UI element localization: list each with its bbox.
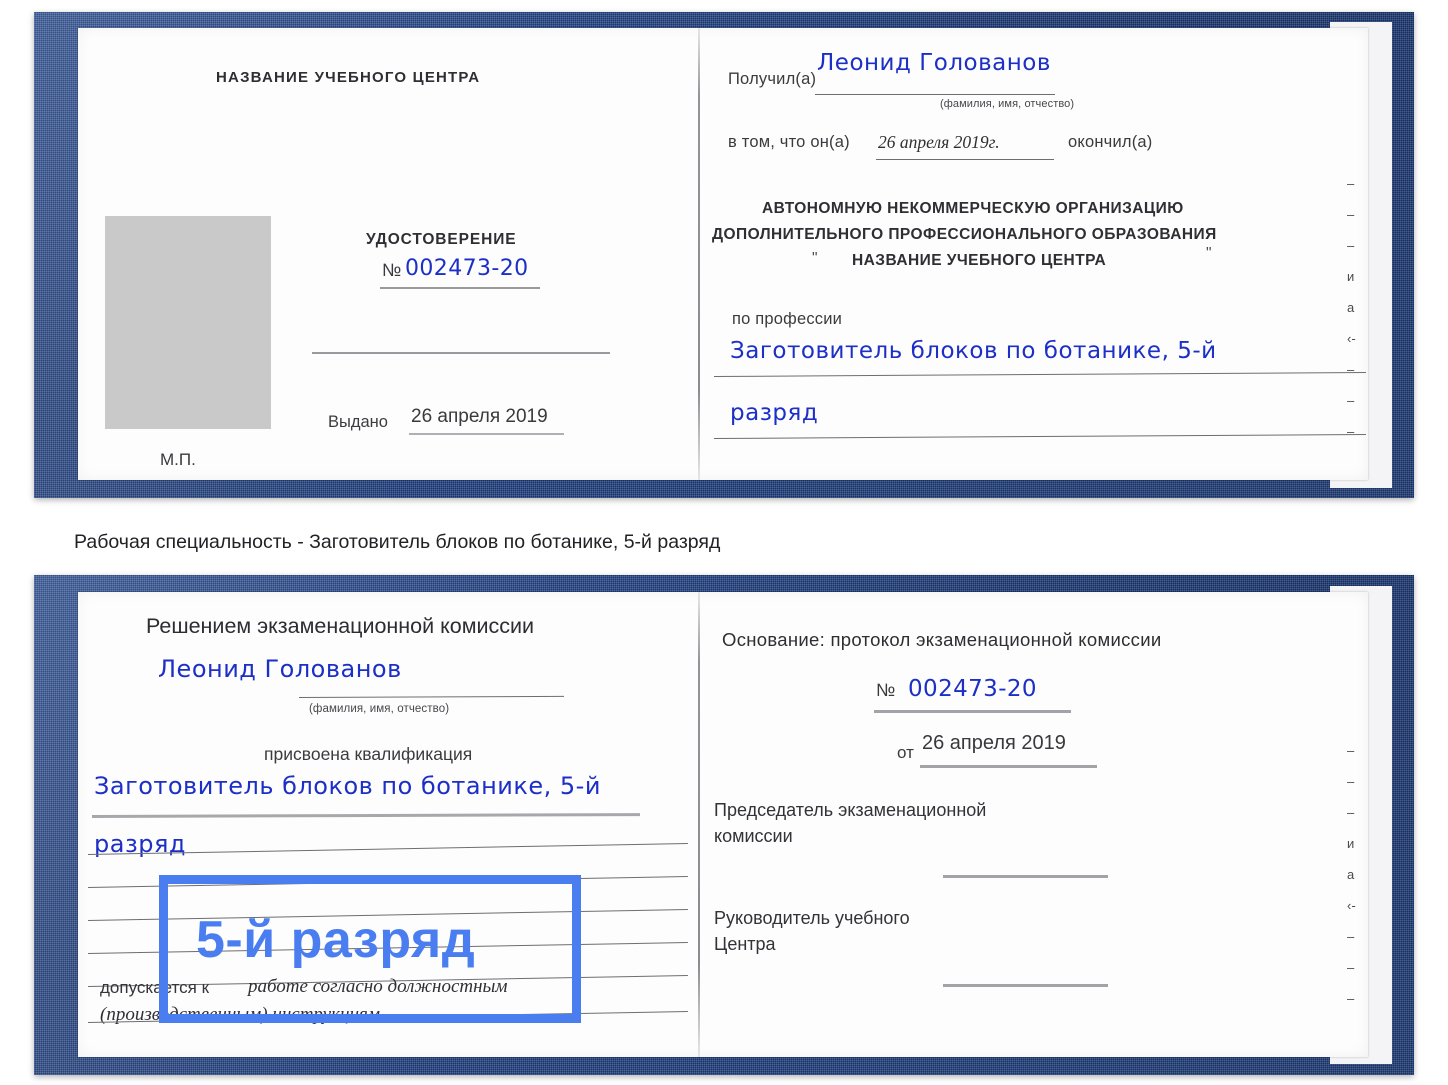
certificate-number-value: 002473-20 (405, 256, 529, 281)
certificate-top-paper: НАЗВАНИЕ УЧЕБНОГО ЦЕНТРА УДОСТОВЕРЕНИЕ №… (78, 28, 1368, 480)
basis-date-label: от (897, 743, 914, 762)
page-edge-marks-bottom: – – – и а ‹- – – – (1347, 743, 1356, 1006)
document-type-label: УДОСТОВЕРЕНИЕ (366, 231, 517, 248)
org-line-3: НАЗВАНИЕ УЧЕБНОГО ЦЕНТРА (852, 252, 1107, 269)
training-center-heading: НАЗВАНИЕ УЧЕБНОГО ЦЕНТРА (216, 69, 481, 86)
org-line-1: АВТОНОМНУЮ НЕКОММЕРЧЕСКУЮ ОРГАНИЗАЦИЮ (762, 200, 1184, 217)
certificate-top-left-page: НАЗВАНИЕ УЧЕБНОГО ЦЕНТРА УДОСТОВЕРЕНИЕ №… (78, 28, 698, 480)
certificate-top-fold (698, 28, 700, 480)
basis-number-symbol: № (876, 680, 896, 700)
page-edge-marks-top: – – – и а ‹- – – – (1347, 176, 1356, 439)
basis-number-rule (874, 710, 1071, 713)
profession-rule-2 (713, 434, 1366, 439)
basis-date-rule (920, 765, 1097, 768)
basis-number-value: 002473-20 (908, 676, 1037, 702)
that-label: в том, что он(а) (728, 133, 850, 151)
qualification-line-1: Заготовитель блоков по ботанике, 5-й (94, 772, 601, 800)
certificate-bottom-fold (698, 592, 700, 1057)
issued-value: 26 апреля 2019 (411, 406, 548, 427)
qualification-rule-1 (91, 813, 641, 818)
chairman-signature-rule (943, 875, 1108, 878)
number-rule (380, 287, 540, 289)
profession-value-line-1: Заготовитель блоков по ботанике, 5-й (730, 338, 1217, 364)
received-value: Леонид Голованов (817, 50, 1051, 76)
bottom-name-value: Леонид Голованов (158, 655, 402, 683)
issued-label: Выдано (328, 413, 388, 431)
org-quote-close: " (1206, 245, 1212, 262)
profession-label: по профессии (732, 310, 843, 328)
received-rule (815, 94, 1055, 95)
fio-hint-bottom: (фамилия, имя, отчество) (309, 703, 450, 715)
finished-label: окончил(а) (1068, 133, 1153, 151)
screenshot-root: НАЗВАНИЕ УЧЕБНОГО ЦЕНТРА УДОСТОВЕРЕНИЕ №… (0, 0, 1448, 1085)
that-date-value: 26 апреля 2019г. (878, 132, 1000, 152)
chairman-line-1: Председатель экзаменационной (714, 800, 987, 820)
head-line-2: Центра (714, 934, 776, 954)
stamp-place-label: М.П. (160, 450, 196, 469)
qualification-label: присвоена квалификация (264, 744, 473, 764)
basis-label: Основание: протокол экзаменационной коми… (722, 629, 1162, 650)
highlight-annotation-text: 5-й разряд (196, 911, 476, 969)
profession-rule-1 (713, 372, 1366, 377)
head-signature-rule (943, 984, 1108, 987)
issued-rule (409, 433, 564, 435)
certificate-bottom-right-page: Основание: протокол экзаменационной коми… (700, 592, 1368, 1057)
org-quote-open: " (812, 250, 818, 267)
blank-rule-1 (312, 352, 610, 354)
head-line-1: Руководитель учебного (714, 908, 910, 928)
page-caption: Рабочая специальность - Заготовитель бло… (74, 531, 721, 553)
commission-heading: Решением экзаменационной комиссии (146, 614, 535, 638)
photo-placeholder (105, 216, 271, 429)
profession-value-line-2: разряд (730, 400, 819, 426)
that-date-rule (876, 159, 1054, 160)
org-line-2: ДОПОЛНИТЕЛЬНОГО ПРОФЕССИОНАЛЬНОГО ОБРАЗО… (712, 226, 1217, 243)
number-symbol: № (382, 260, 402, 280)
received-label: Получил(а) (728, 70, 817, 88)
bottom-name-rule (298, 695, 564, 698)
fio-hint-top: (фамилия, имя, отчество) (940, 98, 1075, 110)
chairman-line-2: комиссии (714, 826, 793, 846)
basis-date-value: 26 апреля 2019 (922, 732, 1066, 754)
certificate-top-right-page: Получил(а) Леонид Голованов (фамилия, им… (700, 28, 1368, 480)
